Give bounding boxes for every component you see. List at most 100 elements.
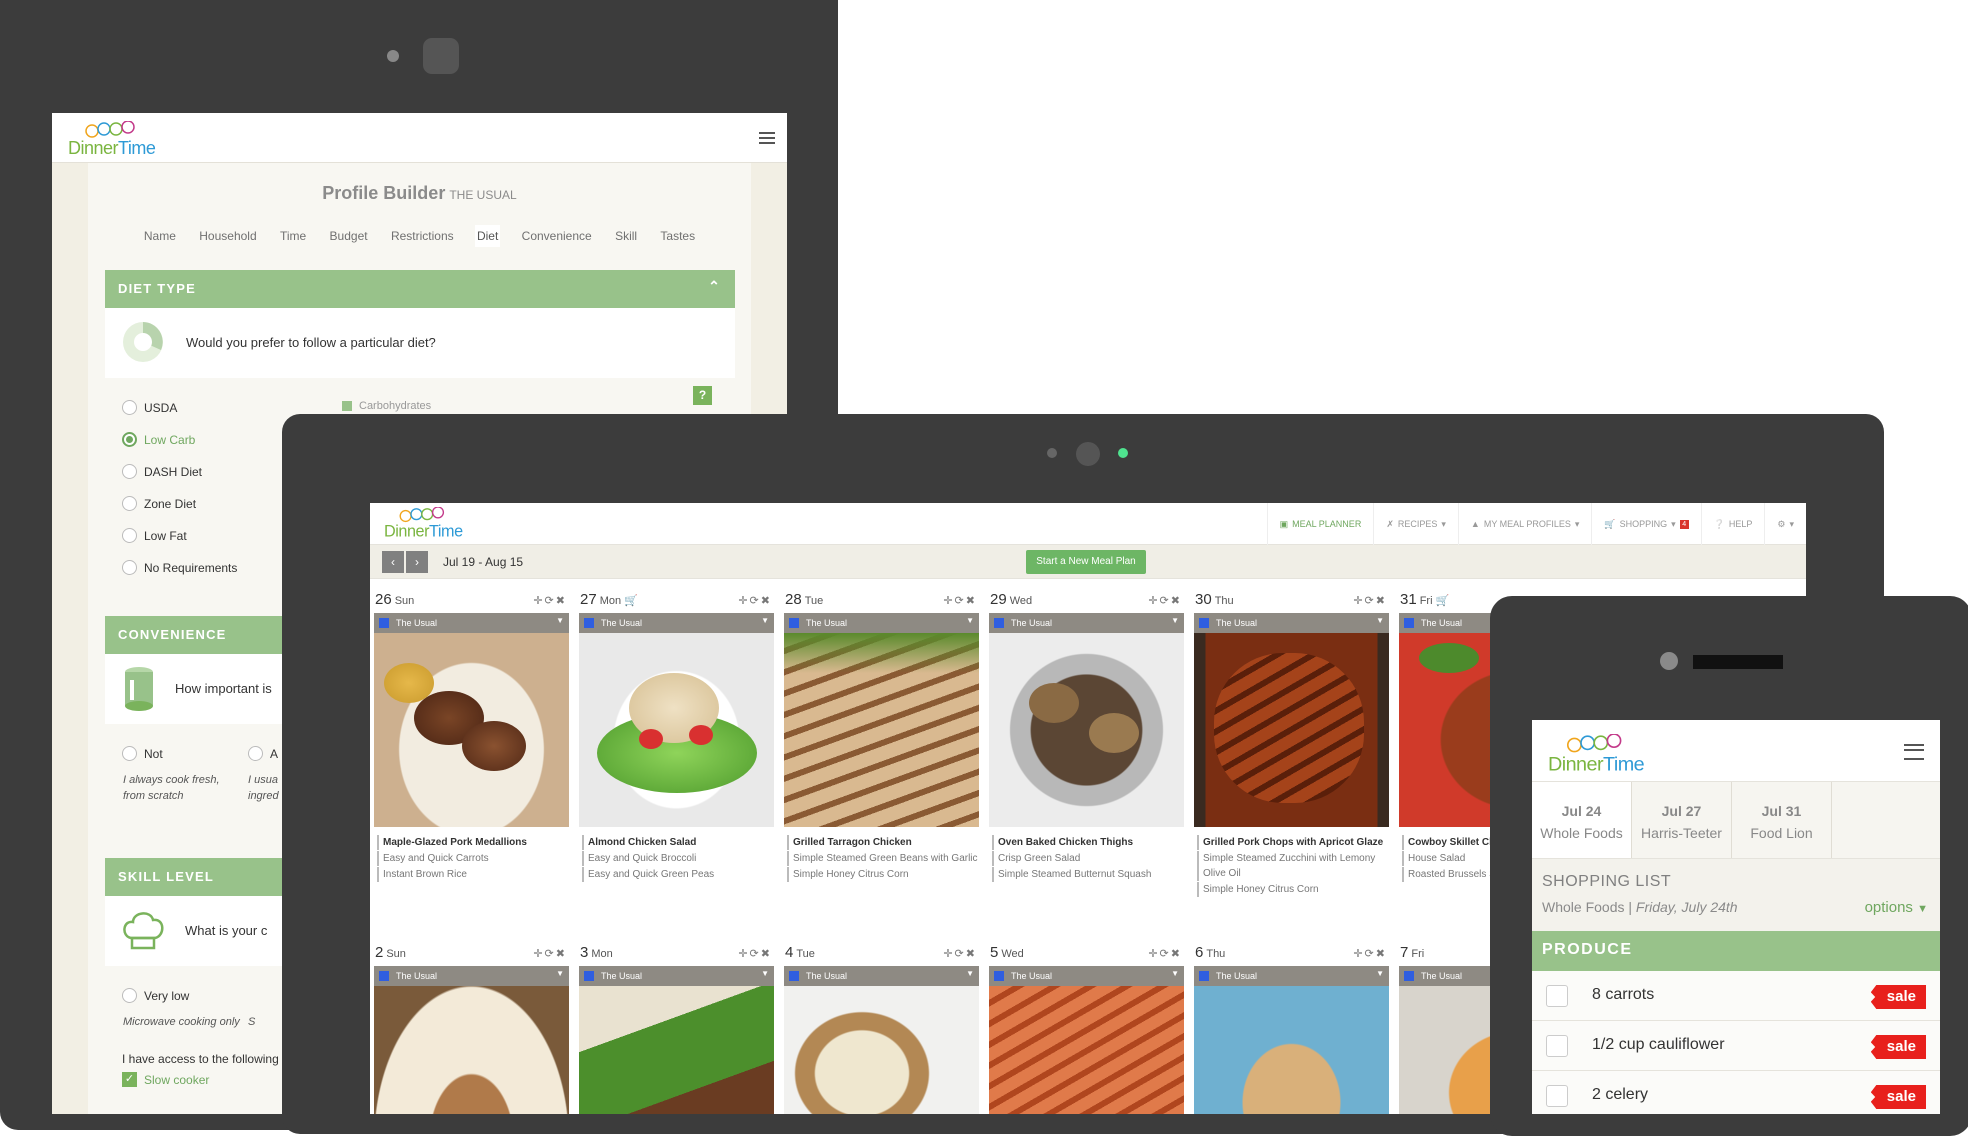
radio-icon[interactable] [122, 988, 137, 1003]
meal-photo[interactable] [374, 986, 569, 1114]
menu-settings[interactable]: ⚙ ▾ [1764, 503, 1806, 545]
radio-icon[interactable] [122, 496, 137, 511]
profile-selector[interactable]: The Usual ▼ [989, 613, 1184, 633]
main-dish[interactable]: Oven Baked Chicken Thighs [992, 835, 1184, 850]
profile-selector[interactable]: The Usual ▼ [1194, 966, 1389, 986]
menu-recipes[interactable]: ✗ RECIPES ▾ [1373, 503, 1458, 545]
options-dropdown[interactable]: options ▼ [1865, 899, 1928, 916]
start-new-meal-plan-button[interactable]: Start a New Meal Plan [1026, 550, 1146, 574]
main-dish[interactable]: Maple-Glazed Pork Medallions [377, 835, 569, 850]
profile-selector[interactable]: The Usual ▼ [1194, 613, 1389, 633]
meal-photo[interactable] [989, 633, 1184, 827]
main-dish[interactable]: Almond Chicken Salad [582, 835, 774, 850]
profile-selector[interactable]: The Usual ▼ [579, 613, 774, 633]
side-dish[interactable]: Simple Honey Citrus Corn [787, 867, 979, 882]
help-button[interactable]: ? [693, 386, 712, 405]
checkbox-checked-icon[interactable]: ✓ [122, 1072, 137, 1087]
meal-photo[interactable] [784, 986, 979, 1114]
previous-range-button[interactable]: ‹ [382, 551, 404, 573]
profile-selector[interactable]: The Usual ▼ [784, 613, 979, 633]
main-dish[interactable]: Grilled Pork Chops with Apricot Glaze [1197, 835, 1389, 850]
profile-selector[interactable]: The Usual ▼ [374, 966, 569, 986]
menu-shopping[interactable]: 🛒 SHOPPING ▾ 4 [1591, 503, 1700, 545]
radio-icon[interactable] [122, 560, 137, 575]
meal-photo[interactable] [1194, 633, 1389, 827]
day-controls-icons[interactable]: ✛⟳✖ [943, 947, 977, 960]
side-dish[interactable]: Easy and Quick Broccoli [582, 851, 774, 866]
menu-meal-planner[interactable]: ▣ MEAL PLANNER [1266, 503, 1374, 545]
radio-icon[interactable] [122, 528, 137, 543]
app-logo[interactable]: DinnerTime [1548, 734, 1669, 775]
side-dish[interactable]: Crisp Green Salad [992, 851, 1184, 866]
profile-selector[interactable]: The Usual ▼ [989, 966, 1184, 986]
side-dish[interactable]: Simple Steamed Green Beans with Garlic [787, 851, 979, 866]
tab-shopping-trip[interactable]: Jul 31 Food Lion [1732, 782, 1832, 858]
skill-option-very-low[interactable]: Very low [122, 988, 189, 1003]
tab-budget[interactable]: Budget [328, 225, 370, 247]
diet-option-dash[interactable]: DASH Diet [122, 464, 202, 479]
chevron-up-icon[interactable]: ⌃ [708, 278, 721, 295]
item-checkbox[interactable] [1546, 1035, 1568, 1057]
tab-time[interactable]: Time [278, 225, 308, 247]
app-logo[interactable]: DinnerTime [384, 507, 483, 540]
convenience-option-not[interactable]: Not [122, 746, 163, 761]
day-controls-icons[interactable]: ✛⟳✖ [943, 594, 977, 607]
meal-photo[interactable] [1194, 986, 1389, 1114]
diet-type-header[interactable]: DIET TYPE ⌃ [105, 270, 735, 308]
meal-photo[interactable] [374, 633, 569, 827]
tab-household[interactable]: Household [197, 225, 258, 247]
profile-selector[interactable]: The Usual ▼ [579, 966, 774, 986]
hamburger-menu-icon[interactable] [759, 132, 775, 144]
menu-my-meal-profiles[interactable]: ▲ MY MEAL PROFILES ▾ [1457, 503, 1591, 545]
side-dish[interactable]: Simple Steamed Zucchini with Lemony Oliv… [1197, 851, 1389, 881]
diet-option-low-fat[interactable]: Low Fat [122, 528, 187, 543]
day-controls-icons[interactable]: ✛⟳✖ [1148, 594, 1182, 607]
tab-shopping-trip[interactable]: Jul 24 Whole Foods [1532, 782, 1632, 858]
profile-selector[interactable]: The Usual ▼ [374, 613, 569, 633]
radio-selected-icon[interactable] [122, 432, 137, 447]
main-dish[interactable]: Grilled Tarragon Chicken [787, 835, 979, 850]
day-controls-icons[interactable]: ✛⟳✖ [1353, 947, 1387, 960]
side-dish[interactable]: Easy and Quick Green Peas [582, 867, 774, 882]
next-range-button[interactable]: › [406, 551, 428, 573]
radio-icon[interactable] [122, 746, 137, 761]
diet-option-usda[interactable]: USDA [122, 400, 177, 415]
meal-photo[interactable] [579, 986, 774, 1114]
day-controls-icons[interactable]: ✛⟳✖ [1353, 594, 1387, 607]
shopping-cart-icon[interactable]: 🛒 [624, 595, 638, 607]
meal-photo[interactable] [784, 633, 979, 827]
side-dish[interactable]: Instant Brown Rice [377, 867, 569, 882]
day-controls-icons[interactable]: ✛⟳✖ [533, 947, 567, 960]
tab-name[interactable]: Name [142, 225, 178, 247]
item-checkbox[interactable] [1546, 1085, 1568, 1107]
tab-skill[interactable]: Skill [613, 225, 639, 247]
diet-option-zone[interactable]: Zone Diet [122, 496, 196, 511]
equipment-slow-cooker[interactable]: ✓ Slow cooker [122, 1072, 209, 1087]
hamburger-menu-icon[interactable] [1904, 744, 1924, 760]
radio-icon[interactable] [122, 464, 137, 479]
shopping-cart-icon[interactable]: 🛒 [1436, 595, 1450, 607]
diet-option-low-carb[interactable]: Low Carb [122, 432, 195, 447]
tab-shopping-trip[interactable]: Jul 27 Harris-Teeter [1632, 782, 1732, 858]
tab-restrictions[interactable]: Restrictions [389, 225, 456, 247]
tab-convenience[interactable]: Convenience [520, 225, 594, 247]
day-controls-icons[interactable]: ✛⟳✖ [738, 947, 772, 960]
day-controls-icons[interactable]: ✛⟳✖ [1148, 947, 1182, 960]
radio-icon[interactable] [248, 746, 263, 761]
meal-photo[interactable] [579, 633, 774, 827]
profile-selector[interactable]: The Usual ▼ [784, 966, 979, 986]
menu-help[interactable]: ❔ HELP [1700, 503, 1765, 545]
day-controls-icons[interactable]: ✛⟳✖ [533, 594, 567, 607]
side-dish[interactable]: Simple Honey Citrus Corn [1197, 882, 1389, 897]
side-dish[interactable]: Easy and Quick Carrots [377, 851, 569, 866]
side-dish[interactable]: Simple Steamed Butternut Squash [992, 867, 1184, 882]
diet-option-no-requirements[interactable]: No Requirements [122, 560, 237, 575]
tab-diet[interactable]: Diet [474, 225, 501, 247]
day-controls-icons[interactable]: ✛⟳✖ [738, 594, 772, 607]
convenience-option-a[interactable]: A [248, 746, 278, 761]
tab-tastes[interactable]: Tastes [658, 225, 697, 247]
meal-photo[interactable] [989, 986, 1184, 1114]
produce-section-header[interactable]: PRODUCE [1532, 931, 1940, 971]
radio-icon[interactable] [122, 400, 137, 415]
app-logo[interactable]: DinnerTime [68, 121, 178, 158]
